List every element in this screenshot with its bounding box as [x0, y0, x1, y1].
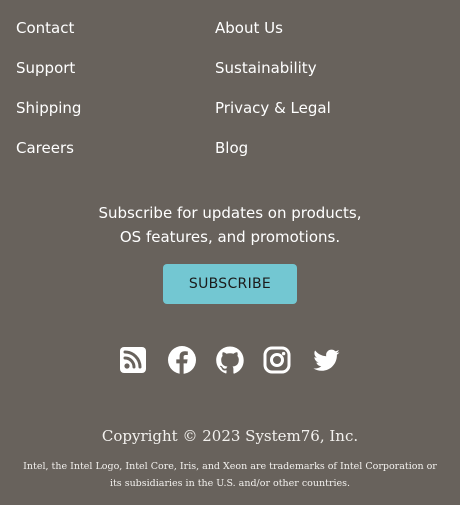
rss-icon[interactable] [118, 344, 148, 376]
github-icon[interactable] [215, 344, 245, 376]
careers-link[interactable]: Careers [16, 138, 74, 158]
shipping-link[interactable]: Shipping [16, 98, 81, 118]
footer-links: Contact Support Shipping Careers About U… [0, 0, 460, 180]
contact-link[interactable]: Contact [16, 18, 74, 38]
subscribe-text-line2: OS features, and promotions. [119, 228, 341, 246]
subscribe-description: Subscribe for updates on products, OS fe… [0, 201, 460, 249]
trademark-notice: Intel, the Intel Logo, Intel Core, Iris,… [16, 458, 444, 492]
twitter-icon[interactable] [311, 344, 341, 376]
sustainability-link[interactable]: Sustainability [215, 58, 317, 78]
subscribe-button[interactable]: SUBSCRIBE [163, 264, 297, 304]
instagram-icon[interactable] [262, 344, 292, 376]
copyright-text: Copyright © 2023 System76, Inc. [101, 427, 359, 445]
about-us-link[interactable]: About Us [215, 18, 283, 38]
social-links [0, 344, 460, 376]
support-link[interactable]: Support [16, 58, 75, 78]
trademark-line1: Intel, the Intel Logo, Intel Core, Iris,… [23, 461, 437, 472]
blog-link[interactable]: Blog [215, 138, 248, 158]
facebook-icon[interactable] [167, 344, 197, 376]
subscribe-text-line1: Subscribe for updates on products, [98, 204, 362, 222]
trademark-line2: its subsidiaries in the U.S. and/or othe… [109, 478, 351, 489]
privacy-legal-link[interactable]: Privacy & Legal [215, 98, 331, 118]
